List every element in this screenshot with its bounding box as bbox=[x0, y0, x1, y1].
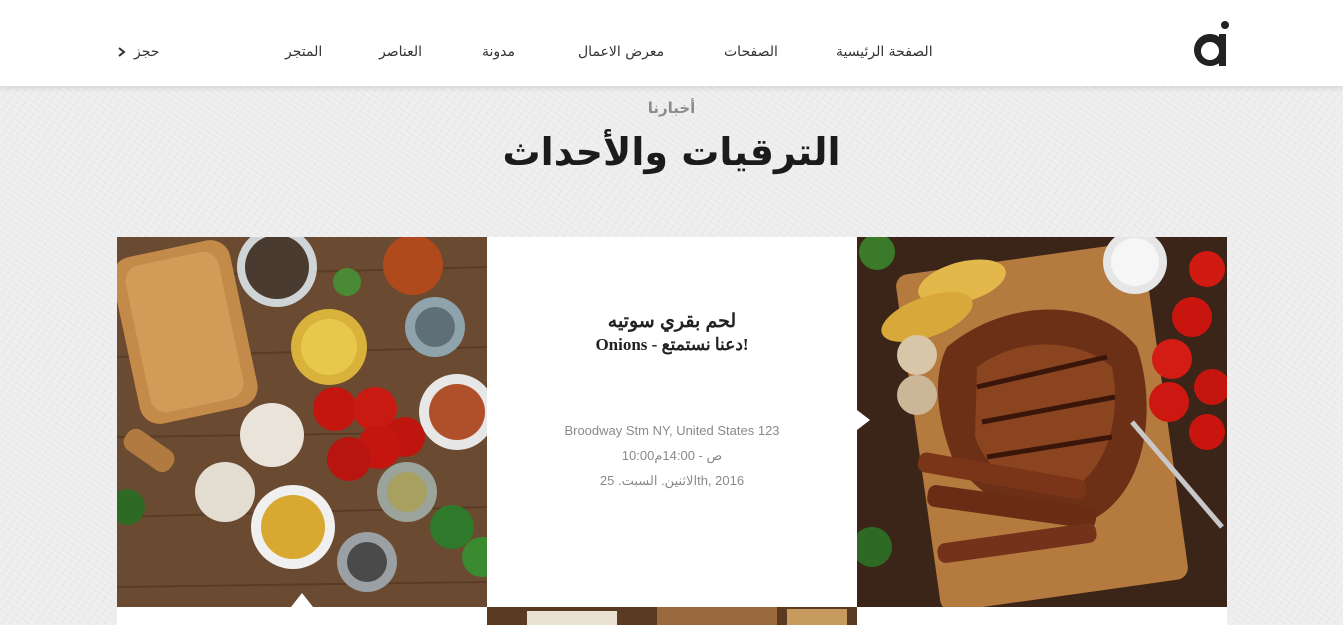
nav-item-shop[interactable]: المتجر bbox=[285, 44, 322, 60]
card-notch-up bbox=[291, 593, 313, 607]
next-card-photo bbox=[487, 607, 857, 625]
food-ingredients-image[interactable] bbox=[117, 237, 487, 607]
event-title: لحم بقري سوتيه bbox=[607, 311, 737, 332]
book-label: حجز bbox=[134, 44, 160, 60]
event-subtitle: Onions - دعنا نستمتع! bbox=[595, 335, 749, 354]
event-card[interactable]: لحم بقري سوتيه Onions - دعنا نستمتع! Bro… bbox=[487, 237, 857, 607]
book-button[interactable]: حجز bbox=[117, 44, 159, 60]
event-address: Broodway Stm NY, United States 123 bbox=[564, 423, 780, 438]
nav-item-elements[interactable]: العناصر bbox=[379, 44, 422, 60]
next-card-left bbox=[117, 607, 487, 625]
grilled-steak-image[interactable] bbox=[857, 237, 1227, 607]
card-notch-left bbox=[857, 410, 870, 430]
next-card-right bbox=[857, 607, 1227, 625]
site-header: الصفحة الرئيسية الصفحات معرض الاعمال مدو… bbox=[0, 0, 1343, 86]
section-kicker: أخبارنا bbox=[647, 99, 696, 117]
nav-item-home[interactable]: الصفحة الرئيسية bbox=[836, 44, 933, 60]
event-time: 10:00ص - 14:00م bbox=[621, 448, 723, 463]
event-date: الاثنين. السبت. 25th, 2016 bbox=[599, 473, 745, 488]
nav-item-blog[interactable]: مدونة bbox=[482, 44, 515, 60]
section-title: الترقيات والأحداث bbox=[502, 130, 841, 174]
grilled-steak-photo bbox=[857, 237, 1227, 607]
logo-icon[interactable] bbox=[1190, 20, 1230, 68]
next-card-center-image bbox=[487, 607, 857, 625]
nav-item-portfolio[interactable]: معرض الاعمال bbox=[578, 44, 664, 60]
chevron-right-icon bbox=[118, 47, 126, 57]
nav-item-pages[interactable]: الصفحات bbox=[724, 44, 778, 60]
food-ingredients-photo bbox=[117, 237, 487, 607]
